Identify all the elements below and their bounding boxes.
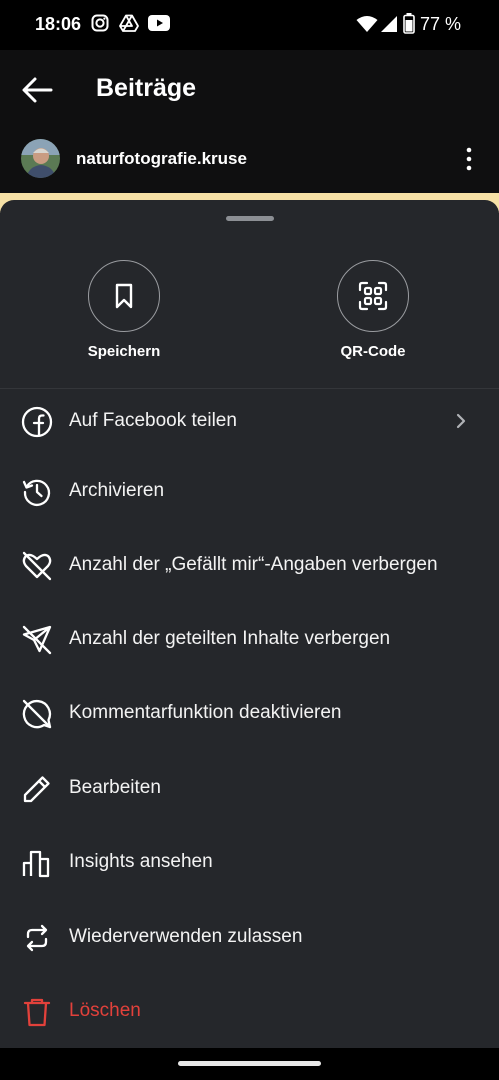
status-bar: 18:06 77 % [0,0,499,50]
menu-item-label: Anzahl der geteilten Inhalte verbergen [69,628,391,649]
system-nav-bar [0,1048,499,1080]
menu-item-insights[interactable]: Insights ansehen [0,833,499,893]
menu-item-archive[interactable]: Archivieren [0,462,499,522]
divider [0,388,499,389]
menu-item-hide-shares[interactable]: Anzahl der geteilten Inhalte verbergen [0,610,499,670]
save-button[interactable]: Speichern [49,260,199,360]
sheet-drag-handle[interactable] [226,216,274,221]
menu-item-disable-comments[interactable]: Kommentarfunktion deaktivieren [0,684,499,744]
app-header: Beiträge naturfotografie.kruse [0,50,499,193]
remix-icon [21,922,53,954]
menu-item-allow-remix[interactable]: Wiederverwenden zulassen [0,908,499,968]
avatar[interactable] [21,139,60,178]
post-username[interactable]: naturfotografie.kruse [76,149,247,169]
more-options-button[interactable] [458,146,480,172]
options-sheet: Speichern QR-Code Auf Facebook teilen Ar… [0,200,499,1048]
facebook-icon [21,406,53,438]
menu-item-share-facebook[interactable]: Auf Facebook teilen [0,392,499,452]
menu-item-label: Anzahl der „Gefällt mir“-Angaben verberg… [69,554,438,575]
menu-item-label: Löschen [69,1000,141,1021]
more-vertical-icon [466,147,472,171]
battery-percent: 77 % [419,14,461,34]
home-gesture-handle[interactable] [178,1061,321,1066]
qr-code-button[interactable]: QR-Code [298,260,448,360]
menu-item-delete[interactable]: Löschen [0,982,499,1042]
bookmark-icon [115,283,133,309]
menu-item-hide-likes[interactable]: Anzahl der „Gefällt mir“-Angaben verberg… [0,536,499,596]
archive-history-icon [21,476,53,508]
status-time: 18:06 [35,14,82,34]
save-label: Speichern [87,343,161,360]
qr-code-icon [358,281,388,311]
menu-item-label: Insights ansehen [69,851,213,872]
bar-chart-icon [21,847,53,879]
drive-icon [119,14,139,37]
qr-code-label: QR-Code [340,343,406,360]
wifi-icon [356,15,378,38]
signal-icon [380,15,398,38]
pencil-icon [21,773,53,805]
instagram-icon [91,14,109,37]
arrow-left-icon [22,77,53,103]
battery-icon [403,13,415,39]
menu-item-label: Auf Facebook teilen [69,410,237,431]
save-circle [88,260,160,332]
trash-icon [21,996,53,1028]
page-title: Beiträge [96,74,197,102]
back-button[interactable] [20,72,56,108]
qr-code-circle [337,260,409,332]
menu-item-label: Wiederverwenden zulassen [69,926,303,947]
menu-item-label: Kommentarfunktion deaktivieren [69,702,342,723]
menu-item-label: Bearbeiten [69,777,161,798]
menu-item-edit[interactable]: Bearbeiten [0,759,499,819]
share-off-icon [21,624,53,656]
heart-off-icon [21,550,53,582]
youtube-icon [148,15,170,36]
chevron-right-icon [454,410,468,432]
comment-off-icon [21,698,53,730]
menu-item-label: Archivieren [69,480,165,501]
